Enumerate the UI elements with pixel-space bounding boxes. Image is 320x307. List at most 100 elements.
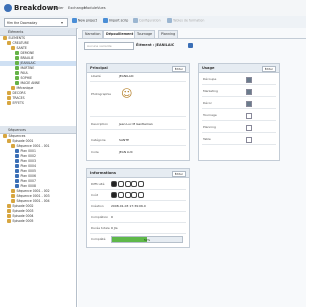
folder-icon: [11, 46, 15, 50]
menu-item-module[interactable]: Module: [84, 6, 97, 10]
libelle-value: JEANILAIC: [119, 74, 134, 78]
usage-table-label: Table: [203, 137, 211, 141]
folder-icon: [3, 134, 7, 138]
tree-node-label: Mécanique: [16, 86, 34, 90]
new-project-button[interactable]: New project: [72, 18, 97, 25]
divider: [90, 116, 186, 117]
photographie-label: Photographie: [91, 92, 112, 96]
tab-planning[interactable]: Planning: [158, 30, 179, 38]
usage-panel: Usage Éditer Découpe Marketing Décor Tourna…: [198, 63, 280, 161]
principal-edit-button[interactable]: Éditer: [171, 65, 186, 72]
libelle-label: Libellé: [91, 74, 101, 78]
code-label: Code: [91, 150, 99, 154]
element-icon: [15, 61, 19, 65]
folder-icon: [11, 189, 15, 193]
cost-rating[interactable]: [111, 192, 145, 199]
folder-icon: [7, 204, 11, 208]
cost-dot-4[interactable]: [131, 192, 138, 198]
difficulty-dot-4[interactable]: [131, 181, 138, 187]
usage-decor-checkbox[interactable]: [246, 100, 252, 107]
tree-node-label: ELEMENTS: [8, 36, 25, 40]
divider: [202, 96, 276, 97]
tab-tournage[interactable]: Tournage: [134, 30, 156, 38]
folder-icon: [7, 96, 11, 100]
sequences-tree: Séquences Episode 0001 Séquence 0001 - 001…: [0, 134, 76, 224]
variant-select-value: Aucune variante: [87, 44, 112, 48]
menu-item-vues[interactable]: Vues: [97, 6, 106, 10]
tree-node-label: DECORS: [12, 91, 26, 95]
new-project-icon: [72, 18, 77, 23]
shot-icon: [15, 174, 19, 178]
usage-tournage-label: Tournage: [203, 113, 217, 117]
tree-node-effets[interactable]: EFFETS: [0, 101, 76, 106]
photo-placeholder-icon[interactable]: ☺: [121, 87, 132, 101]
cost-dot-5[interactable]: [138, 192, 145, 198]
divider: [90, 233, 186, 234]
tree-node-label: Plan 0008: [20, 184, 36, 188]
project-select[interactable]: film the Doomsday ▾: [4, 18, 68, 27]
menu-item-exchange[interactable]: Exchange: [68, 6, 86, 10]
tree-node-label: TRACES: [12, 96, 25, 100]
cost-dot-3[interactable]: [124, 192, 131, 198]
description-value: Jean Luc M Gentleman: [119, 122, 153, 126]
cost-dot-1[interactable]: [111, 192, 117, 198]
usage-planning-checkbox[interactable]: [246, 124, 252, 131]
tree-node-label: Plan 0004: [20, 164, 36, 168]
tree-node-label: SANTE: [16, 46, 27, 50]
usage-decoupe-checkbox[interactable]: [246, 76, 252, 83]
cost-dot-2[interactable]: [117, 192, 124, 198]
duration-value: 0 Jrs: [111, 226, 118, 230]
tab-depouillement[interactable]: Dépouillement: [103, 30, 137, 38]
principal-panel-header: Principal Éditer: [87, 64, 189, 73]
variant-select[interactable]: Aucune variante: [84, 42, 134, 50]
elements-pane-header: Éléments: [0, 28, 76, 36]
folder-icon: [3, 36, 7, 40]
tree-node-label: Plan 0006: [20, 174, 36, 178]
usage-tournage-checkbox[interactable]: [246, 112, 252, 119]
tree-node-label: DEMONE: [20, 51, 35, 55]
principal-panel: Principal Éditer Libellé JEANILAIC Photogr…: [86, 63, 190, 161]
code-value: JEAN LUC: [119, 150, 133, 154]
tree-node-episode-0005[interactable]: Episode 0005: [0, 219, 76, 224]
tree-node-label: JEANILAIC: [20, 61, 36, 65]
shot-icon: [15, 154, 19, 158]
tree-node-label: Episode 0001: [12, 139, 34, 143]
element-icon: [15, 56, 19, 60]
tree-node-label: Episode 0004: [12, 214, 34, 218]
progress-label: Complété: [91, 237, 106, 241]
tables-icon: [167, 18, 172, 23]
tree-node-label: Séquence 0001 - 004: [16, 199, 50, 203]
usage-decoupe-label: Découpe: [203, 77, 217, 81]
difficulty-rating[interactable]: [111, 181, 145, 188]
divider: [90, 200, 186, 201]
import-scrip-button[interactable]: Import scrip: [103, 18, 128, 25]
toolbar-button-label: Configuration: [139, 18, 161, 23]
difficulty-dot-1[interactable]: [111, 181, 117, 187]
element-link-icon[interactable]: [188, 43, 193, 48]
tab-narration[interactable]: Narration: [82, 30, 104, 38]
usage-edit-button[interactable]: Éditer: [261, 65, 276, 72]
progress-text: 50%: [143, 237, 151, 242]
tree-node-label: Séquences: [8, 134, 26, 138]
tables-de-formation-button[interactable]: Tables de formation: [167, 18, 204, 25]
element-label: Élément : JEANILAIC: [136, 43, 175, 47]
usage-marketing-checkbox[interactable]: [246, 88, 252, 95]
created-label: Création: [91, 204, 104, 208]
tree-node-label: Plan 0005: [20, 169, 36, 173]
element-icon: [15, 51, 19, 55]
element-icon: [15, 76, 19, 80]
informations-panel-header: Informations Éditer: [87, 169, 189, 178]
folder-icon: [11, 194, 15, 198]
elements-pane-title: Éléments: [8, 29, 24, 34]
app-logo-icon: [4, 4, 12, 12]
usage-table-checkbox[interactable]: [246, 136, 252, 143]
configuration-button[interactable]: Configuration: [133, 18, 161, 25]
sequences-pane-header: Séquences: [0, 126, 76, 134]
informations-edit-button[interactable]: Éditer: [171, 170, 186, 177]
difficulty-dot-2[interactable]: [117, 181, 124, 187]
element-icon: [15, 71, 19, 75]
menu-item-fichier[interactable]: Fichier: [52, 6, 64, 10]
difficulty-dot-5[interactable]: [138, 181, 145, 187]
difficulty-dot-3[interactable]: [124, 181, 131, 187]
categorie-label: Catégorie: [91, 138, 106, 142]
